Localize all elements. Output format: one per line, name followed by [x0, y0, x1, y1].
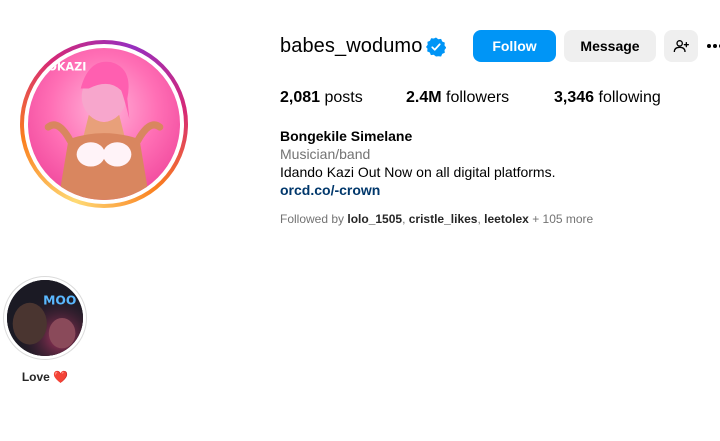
following-number: 3,346 — [554, 89, 595, 106]
followed-by[interactable]: Followed by lolo_1505, cristle_likes, le… — [280, 212, 593, 226]
followed-by-more: + 105 more — [532, 212, 594, 226]
profile-avatar[interactable]: IDOKAZI — [20, 40, 188, 208]
following-label: following — [598, 89, 661, 106]
message-button[interactable]: Message — [564, 30, 656, 62]
followed-by-prefix: Followed by — [280, 212, 345, 226]
full-name: Bongekile Simelane — [280, 128, 413, 144]
bio-text: Idando Kazi Out Now on all digital platf… — [280, 164, 556, 180]
story-highlight[interactable]: MOO — [3, 276, 87, 360]
username: babes_wodumo — [280, 35, 423, 57]
posts-count: 2,081 posts — [280, 89, 363, 107]
following-link[interactable]: 3,346 following — [554, 89, 661, 107]
suggested-users-button[interactable] — [664, 30, 698, 62]
add-user-icon — [673, 40, 689, 53]
profile-category: Musician/band — [280, 146, 371, 162]
avatar-image: IDOKAZI — [28, 48, 180, 200]
follow-button[interactable]: Follow — [473, 30, 556, 62]
highlight-label: Love ❤️ — [21, 370, 69, 384]
followers-number: 2.4M — [406, 89, 442, 106]
highlight-cover-text: MOO — [43, 294, 76, 308]
highlight-cover: MOO — [7, 280, 83, 356]
followed-by-user: lolo_1505 — [347, 212, 403, 226]
more-options-button[interactable] — [706, 30, 720, 62]
bio-link[interactable]: orcd.co/-crown — [280, 182, 380, 198]
followers-label: followers — [446, 89, 510, 106]
avatar-illustration: IDOKAZI — [34, 60, 164, 200]
followed-by-user: cristle_likes — [408, 212, 478, 226]
verified-badge-icon — [426, 37, 446, 57]
posts-label: posts — [324, 89, 363, 106]
profile-page: IDOKAZI babes_wodumo Follow Message 2,08… — [0, 0, 720, 441]
avatar-text: IDOKAZI — [34, 60, 86, 73]
more-icon — [707, 44, 720, 48]
followed-by-user: leetolex — [484, 212, 529, 226]
posts-number: 2,081 — [280, 89, 321, 106]
followers-link[interactable]: 2.4M followers — [406, 89, 509, 107]
highlight-cover-image: MOO — [7, 280, 83, 356]
